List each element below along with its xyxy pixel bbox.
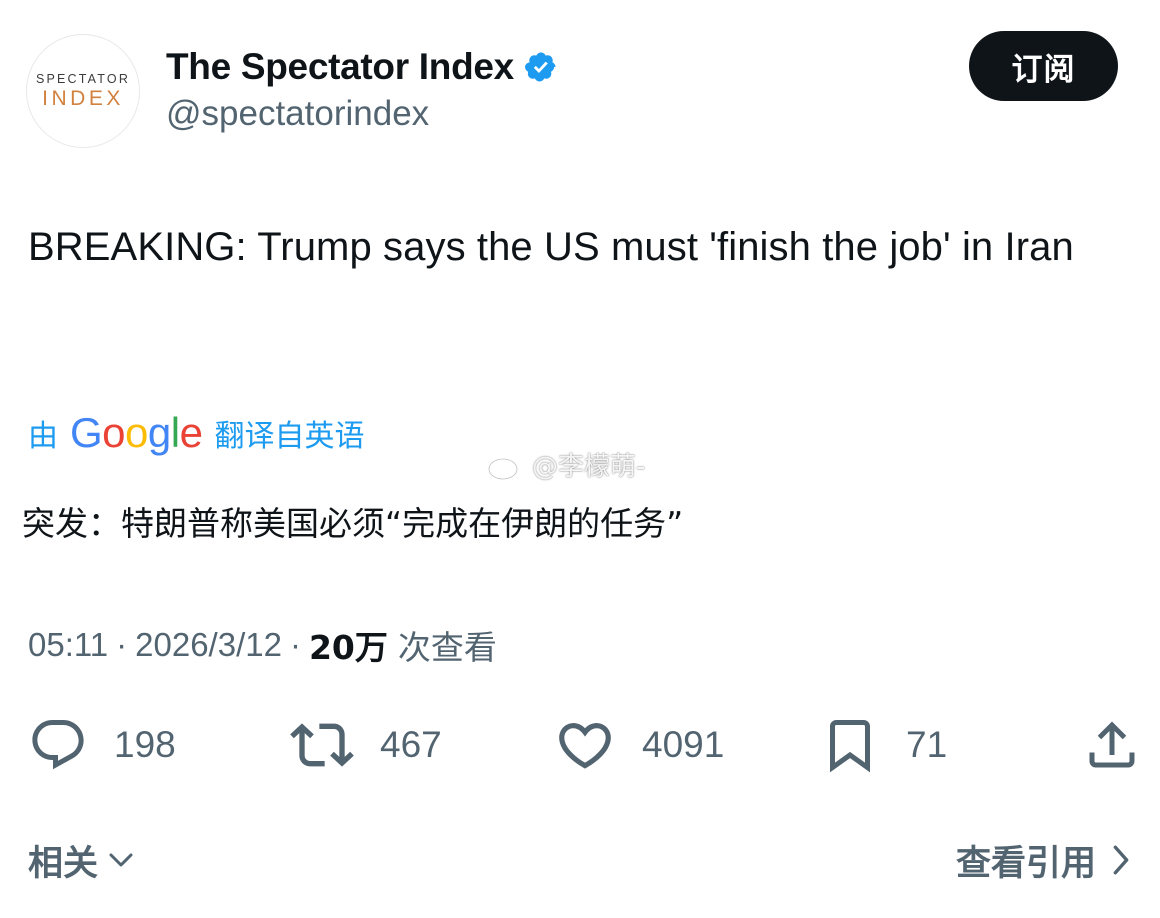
avatar-text-top: SPECTATOR (36, 72, 130, 86)
subscribe-button[interactable]: 订阅 (969, 31, 1118, 101)
watermark: @李檬萌- (486, 446, 645, 483)
like-count: 4091 (642, 724, 725, 765)
view-quotes-label: 查看引用 (955, 843, 1096, 884)
view-quotes-link[interactable]: 查看引用 (956, 832, 1132, 888)
meta-separator: · (289, 626, 301, 663)
retweet-button[interactable]: 467 (290, 712, 442, 778)
avatar-text-bottom: INDEX (42, 87, 124, 110)
reply-icon (32, 720, 84, 770)
retweet-icon (290, 723, 354, 767)
related-toggle[interactable]: 相关 (28, 832, 136, 888)
translate-by-label: 由 (28, 419, 58, 454)
display-name[interactable]: The Spectator Index (166, 46, 514, 88)
chevron-down-icon (109, 853, 133, 867)
like-button[interactable]: 4091 (554, 712, 724, 778)
retweet-count: 467 (380, 724, 442, 765)
author-name-row[interactable]: The Spectator Index (166, 44, 558, 90)
view-count[interactable]: 20万 (309, 621, 388, 669)
translate-from-label[interactable]: 翻译自英语 (214, 411, 364, 455)
tweet-time[interactable]: 05:11 (28, 626, 108, 664)
meta-separator: · (116, 626, 128, 663)
bookmark-icon (830, 720, 870, 773)
tweet-meta: 05:11 · 2026/3/12 · 20万 次查看 (28, 620, 497, 670)
tweet-date[interactable]: 2026/3/12 (135, 626, 282, 664)
watermark-text: @李檬萌- (532, 452, 646, 482)
chevron-right-icon (1113, 845, 1129, 875)
reply-count: 198 (114, 724, 176, 765)
avatar[interactable]: SPECTATOR INDEX (26, 34, 140, 148)
heart-icon (559, 723, 611, 769)
bookmark-button[interactable]: 71 (820, 712, 947, 778)
view-label[interactable]: 次查看 (398, 621, 497, 669)
author-handle[interactable]: @spectatorindex (166, 94, 429, 134)
translation-attribution[interactable]: 由 Google 翻译自英语 (28, 408, 364, 458)
google-logo: Google (70, 409, 203, 456)
verified-badge-icon[interactable] (524, 50, 558, 84)
share-button[interactable] (1082, 712, 1142, 778)
share-icon (1089, 721, 1135, 768)
bookmark-count: 71 (906, 724, 948, 765)
related-label: 相关 (28, 843, 99, 884)
tweet-text: BREAKING: Trump says the US must 'finish… (28, 225, 1074, 269)
weibo-icon (487, 451, 525, 480)
reply-button[interactable]: 198 (28, 712, 176, 778)
translated-text: 突发：特朗普称美国必须“完成在伊朗的任务” (22, 504, 684, 543)
